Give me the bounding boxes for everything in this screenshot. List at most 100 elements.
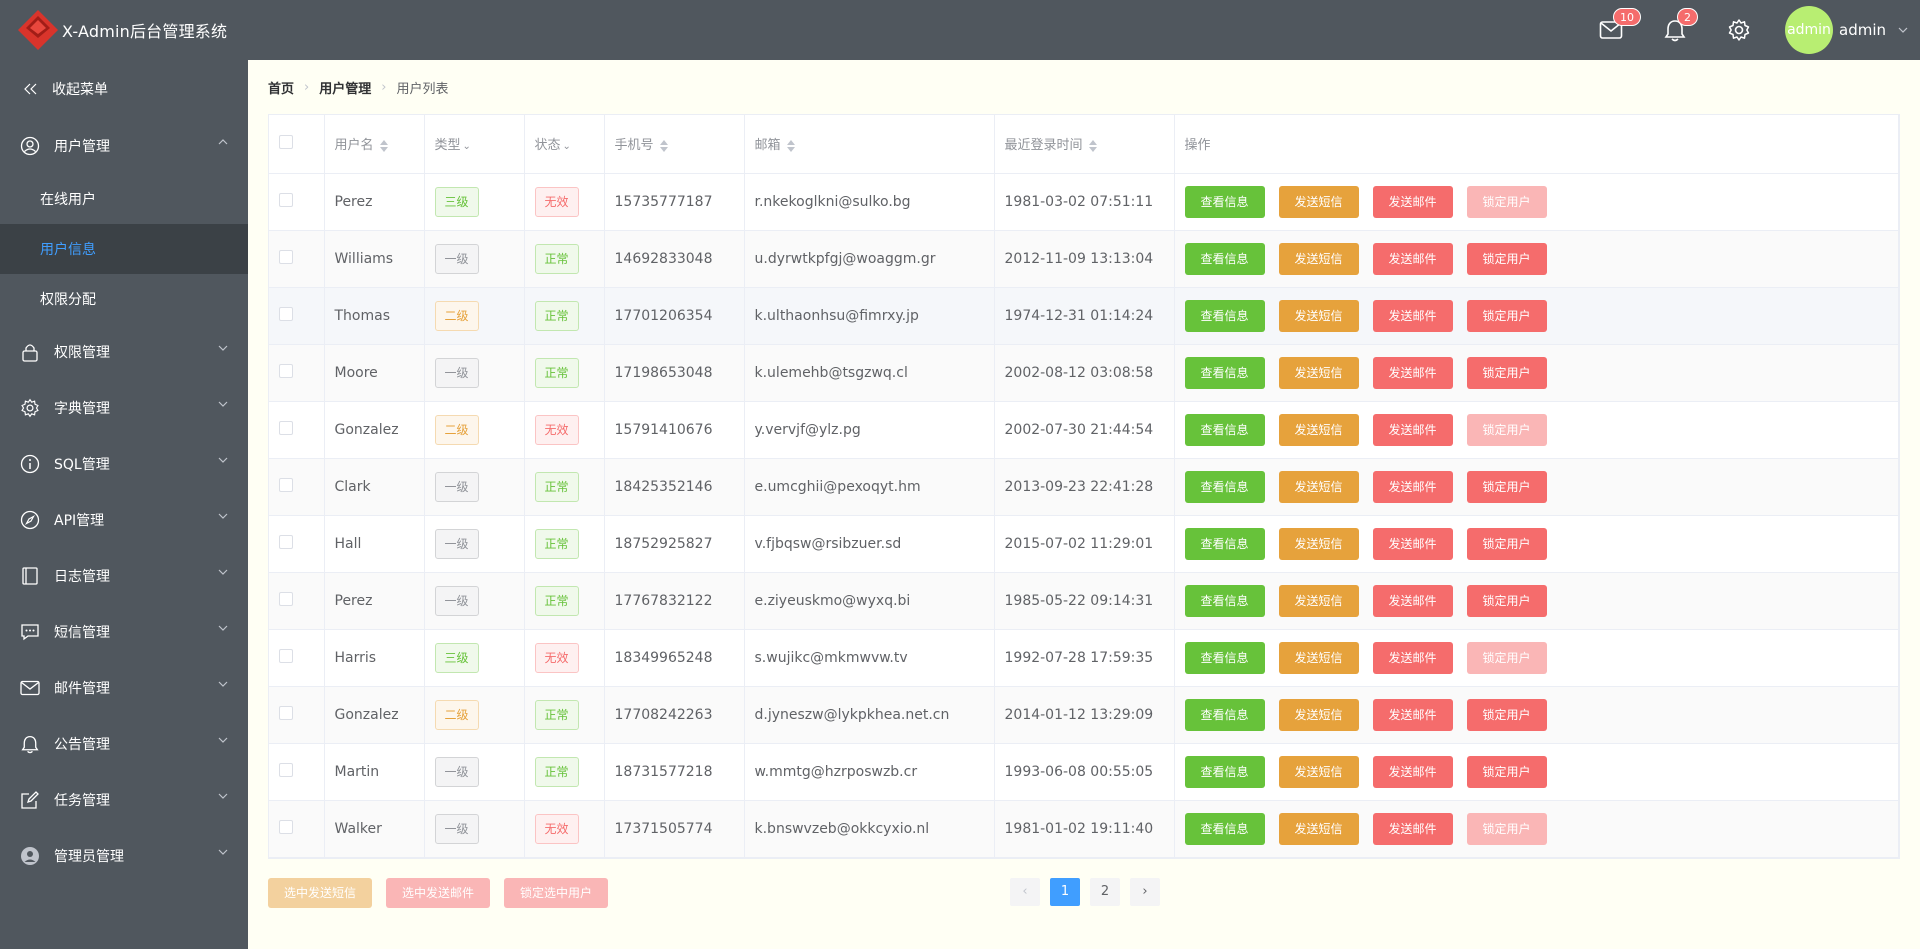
table-row[interactable]: Walker 一级 无效 17371505774 k.bnswvzeb@okkcyxio… [269,800,1899,858]
send-mail-button[interactable]: 发送邮件 [1372,470,1453,503]
send-sms-button[interactable]: 发送短信 [1278,356,1359,389]
send-sms-button[interactable]: 发送短信 [1278,698,1359,731]
column-header-status[interactable]: 状态 ⌄ [524,115,605,174]
lock-user-button[interactable]: 锁定用户 [1466,527,1547,560]
sidebar-subitem-user-info[interactable]: 用户信息 [0,224,248,274]
view-info-button[interactable]: 查看信息 [1184,755,1265,788]
collapse-menu-button[interactable]: 收起菜单 [0,60,248,118]
view-info-button[interactable]: 查看信息 [1184,299,1265,332]
sidebar-item-mail[interactable]: 邮件管理 [0,660,248,716]
table-row[interactable]: Williams 一级 正常 14692833048 u.dyrwtkpfgj@woag… [269,230,1899,288]
batch-mail-button[interactable]: 选中发送邮件 [386,878,491,908]
table-row[interactable]: Martin 一级 正常 18731577218 w.mmtg@hzrposwzb.cr… [269,743,1899,801]
sidebar-item-dictionary[interactable]: 字典管理 [0,380,248,436]
view-info-button[interactable]: 查看信息 [1184,470,1265,503]
table-row[interactable]: Thomas 二级 正常 17701206354 k.ulthaonhsu@fimrxy… [269,287,1899,345]
sort-icon[interactable] [659,139,668,152]
sidebar-subitem-online-users[interactable]: 在线用户 [0,174,248,224]
send-sms-button[interactable]: 发送短信 [1278,299,1359,332]
view-info-button[interactable]: 查看信息 [1184,185,1265,218]
lock-user-button[interactable]: 锁定用户 [1466,356,1547,389]
breadcrumb-home[interactable]: 首页 [268,78,294,97]
filter-chevron-icon[interactable]: ⌄ [563,141,571,152]
page-2-button[interactable]: 2 [1090,878,1120,906]
send-sms-button[interactable]: 发送短信 [1278,584,1359,617]
column-header-phone[interactable]: 手机号 [604,115,745,174]
row-checkbox[interactable] [279,591,293,606]
send-sms-button[interactable]: 发送短信 [1278,527,1359,560]
send-sms-button[interactable]: 发送短信 [1278,641,1359,674]
row-checkbox[interactable] [279,306,293,321]
view-info-button[interactable]: 查看信息 [1184,413,1265,446]
next-page-button[interactable]: › [1130,878,1160,906]
row-checkbox[interactable] [279,819,293,834]
send-mail-button[interactable]: 发送邮件 [1372,356,1453,389]
table-row[interactable]: Gonzalez 二级 正常 17708242263 d.jyneszw@lykpkhe… [269,686,1899,744]
row-checkbox[interactable] [279,249,293,264]
sidebar-item-log[interactable]: 日志管理 [0,548,248,604]
lock-user-button[interactable]: 锁定用户 [1466,299,1547,332]
send-mail-button[interactable]: 发送邮件 [1372,242,1453,275]
lock-user-button[interactable]: 锁定用户 [1466,413,1547,446]
breadcrumb-user-management[interactable]: 用户管理 [319,78,371,97]
lock-user-button[interactable]: 锁定用户 [1466,698,1547,731]
row-checkbox[interactable] [279,762,293,777]
page-1-button[interactable]: 1 [1050,878,1080,906]
sort-icon[interactable] [786,139,795,152]
sidebar-item-sms[interactable]: 短信管理 [0,604,248,660]
row-checkbox[interactable] [279,420,293,435]
view-info-button[interactable]: 查看信息 [1184,527,1265,560]
send-mail-button[interactable]: 发送邮件 [1372,755,1453,788]
view-info-button[interactable]: 查看信息 [1184,698,1265,731]
send-sms-button[interactable]: 发送短信 [1278,755,1359,788]
send-sms-button[interactable]: 发送短信 [1278,470,1359,503]
batch-lock-button[interactable]: 锁定选中用户 [504,878,609,908]
row-checkbox[interactable] [279,192,293,207]
settings-button[interactable] [1707,0,1771,60]
row-checkbox[interactable] [279,705,293,720]
select-all-checkbox[interactable] [279,134,293,149]
chevron-down-icon[interactable] [1898,27,1908,33]
table-row[interactable]: Gonzalez 二级 无效 15791410676 y.vervjf@ylz.pg 20… [269,401,1899,459]
table-row[interactable]: Perez 三级 无效 15735777187 r.nkekoglkni@sulko.b… [269,173,1899,231]
send-sms-button[interactable]: 发送短信 [1278,185,1359,218]
sidebar-item-admin[interactable]: 管理员管理 [0,828,248,884]
lock-user-button[interactable]: 锁定用户 [1466,242,1547,275]
send-mail-button[interactable]: 发送邮件 [1372,413,1453,446]
send-mail-button[interactable]: 发送邮件 [1372,641,1453,674]
lock-user-button[interactable]: 锁定用户 [1466,641,1547,674]
lock-user-button[interactable]: 锁定用户 [1466,812,1547,845]
prev-page-button[interactable]: ‹ [1010,878,1040,906]
send-sms-button[interactable]: 发送短信 [1278,413,1359,446]
send-mail-button[interactable]: 发送邮件 [1372,185,1453,218]
send-mail-button[interactable]: 发送邮件 [1372,299,1453,332]
mail-button[interactable]: 10 [1579,0,1643,60]
view-info-button[interactable]: 查看信息 [1184,641,1265,674]
sidebar-item-api[interactable]: API管理 [0,492,248,548]
view-info-button[interactable]: 查看信息 [1184,812,1265,845]
view-info-button[interactable]: 查看信息 [1184,356,1265,389]
table-row[interactable]: Hall 一级 正常 18752925827 v.fjbqsw@rsibzuer.sd 2… [269,515,1899,573]
sidebar-item-user-management[interactable]: 用户管理 [0,118,248,174]
send-mail-button[interactable]: 发送邮件 [1372,812,1453,845]
row-checkbox[interactable] [279,648,293,663]
sidebar-subitem-permission-assign[interactable]: 权限分配 [0,274,248,324]
column-header-type[interactable]: 类型 ⌄ [424,115,525,174]
lock-user-button[interactable]: 锁定用户 [1466,185,1547,218]
table-row[interactable]: Perez 一级 正常 17767832122 e.ziyeuskmo@wyxq.bi 1… [269,572,1899,630]
row-checkbox[interactable] [279,477,293,492]
lock-user-button[interactable]: 锁定用户 [1466,755,1547,788]
notification-button[interactable]: 2 [1643,0,1707,60]
view-info-button[interactable]: 查看信息 [1184,242,1265,275]
lock-user-button[interactable]: 锁定用户 [1466,470,1547,503]
table-row[interactable]: Harris 三级 无效 18349965248 s.wujikc@mkmwvw.tv 1… [269,629,1899,687]
sidebar-item-task[interactable]: 任务管理 [0,772,248,828]
lock-user-button[interactable]: 锁定用户 [1466,584,1547,617]
table-row[interactable]: Clark 一级 正常 18425352146 e.umcghii@pexoqyt.hm… [269,458,1899,516]
avatar[interactable]: admin [1785,6,1833,54]
sidebar-item-notice[interactable]: 公告管理 [0,716,248,772]
user-name[interactable]: admin [1839,21,1886,39]
sort-icon[interactable] [379,139,388,152]
batch-sms-button[interactable]: 选中发送短信 [268,878,373,908]
column-header-email[interactable]: 邮箱 [744,115,995,174]
